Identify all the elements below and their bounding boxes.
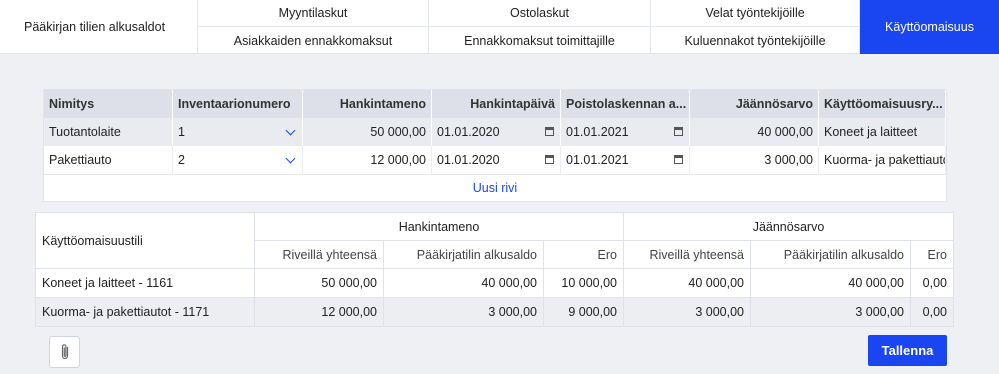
column-header-inventory-number[interactable]: Inventaarionumero [173, 90, 303, 118]
summary-cell: 40 000,00 [384, 269, 544, 298]
attachment-button[interactable] [49, 336, 80, 368]
tab-employee-advances[interactable]: Kuluennakot työntekijöille [651, 27, 859, 54]
column-header-asset-group[interactable]: Käyttöomaisuusry... [819, 90, 946, 118]
chevron-down-icon[interactable] [285, 125, 296, 136]
paperclip-icon [61, 344, 68, 360]
cell-value: 1 [178, 125, 185, 139]
summary-subheader-row-total: Riveillä yhteensä [255, 241, 384, 269]
summary-cell: 9 000,00 [544, 298, 624, 326]
cell-value: 2 [178, 153, 185, 167]
column-header-name[interactable]: Nimitys [44, 90, 173, 118]
summary-subheader-ledger-opening: Pääkirjatilin alkusaldo [751, 241, 911, 269]
grid-header-row: Nimitys Inventaarionumero Hankintameno H… [44, 90, 946, 118]
summary-cell: 50 000,00 [255, 269, 384, 298]
cell-inventory-number-select[interactable]: 1 [173, 118, 303, 146]
summary-cell: 3 000,00 [751, 298, 911, 326]
cell-value: 01.01.2020 [437, 153, 500, 167]
summary-cell: 0,00 [911, 269, 953, 298]
calendar-icon[interactable] [674, 155, 683, 164]
cell-asset-group[interactable]: Koneet ja laitteet [819, 118, 946, 146]
column-header-acquisition-date[interactable]: Hankintapäivä [432, 90, 561, 118]
summary-header-acquisition-group: Hankintameno [255, 213, 624, 241]
cell-value: 01.01.2021 [566, 153, 629, 167]
summary-cell-account: Koneet ja laitteet - 1161 [36, 269, 255, 298]
cell-value: 01.01.2021 [566, 125, 629, 139]
add-row-link[interactable]: Uusi rivi [44, 174, 946, 200]
summary-cell: 10 000,00 [544, 269, 624, 298]
top-nav: Pääkirjan tilien alkusaldot Myyntilaskut… [0, 0, 999, 54]
summary-cell: 40 000,00 [751, 269, 911, 298]
nav-column-employees: Velat työntekijöille Kuluennakot työntek… [651, 0, 860, 54]
calendar-icon[interactable] [674, 127, 683, 136]
summary-subheader-difference: Ero [544, 241, 624, 269]
tab-purchase-invoices[interactable]: Ostolaskut [429, 0, 650, 27]
summary-cell-account: Kuorma- ja pakettiautot - 1171 [36, 298, 255, 326]
summary-subheader-row-total: Riveillä yhteensä [624, 241, 751, 269]
cell-name[interactable]: Tuotantolaite [44, 118, 173, 146]
summary-header-residual-group: Jäännösarvo [624, 213, 953, 241]
fixed-assets-grid: Nimitys Inventaarionumero Hankintameno H… [43, 89, 947, 202]
table-row: Pakettiauto 2 12 000,00 01.01.2020 01.01… [44, 146, 946, 174]
column-header-acquisition-cost[interactable]: Hankintameno [303, 90, 432, 118]
cell-residual-value[interactable]: 3 000,00 [690, 146, 819, 174]
summary-header-account: Käyttöomaisuustili [36, 213, 255, 269]
chevron-down-icon[interactable] [285, 153, 296, 164]
tab-customer-prepayments[interactable]: Asiakkaiden ennakkomaksut [198, 27, 428, 54]
cell-asset-group[interactable]: Kuorma- ja pakettiauto [819, 146, 946, 174]
cell-residual-value[interactable]: 40 000,00 [690, 118, 819, 146]
cell-depreciation-start[interactable]: 01.01.2021 [561, 118, 690, 146]
summary-cell: 40 000,00 [624, 269, 751, 298]
tab-supplier-prepayments[interactable]: Ennakkomaksut toimittajille [429, 27, 650, 54]
cell-acquisition-cost[interactable]: 12 000,00 [303, 146, 432, 174]
summary-subheader-ledger-opening: Pääkirjatilin alkusaldo [384, 241, 544, 269]
calendar-icon[interactable] [545, 127, 554, 136]
summary-subheader-difference: Ero [911, 241, 953, 269]
cell-acquisition-date[interactable]: 01.01.2020 [432, 146, 561, 174]
tab-ledger-opening-balances[interactable]: Pääkirjan tilien alkusaldot [0, 0, 198, 54]
summary-cell: 12 000,00 [255, 298, 384, 326]
tab-employee-liabilities[interactable]: Velat työntekijöille [651, 0, 859, 27]
summary-cell: 3 000,00 [384, 298, 544, 326]
column-header-depreciation-start[interactable]: Poistolaskennan a... [561, 90, 690, 118]
column-header-residual-value[interactable]: Jäännösarvo [690, 90, 819, 118]
save-button[interactable]: Tallenna [868, 335, 947, 366]
calendar-icon[interactable] [545, 155, 554, 164]
table-row: Tuotantolaite 1 50 000,00 01.01.2020 01.… [44, 118, 946, 146]
nav-column-purchases: Ostolaskut Ennakkomaksut toimittajille [429, 0, 651, 54]
cell-acquisition-date[interactable]: 01.01.2020 [432, 118, 561, 146]
summary-cell: 3 000,00 [624, 298, 751, 326]
tab-label: Pääkirjan tilien alkusaldot [24, 20, 166, 34]
cell-name[interactable]: Pakettiauto [44, 146, 173, 174]
cell-inventory-number-select[interactable]: 2 [173, 146, 303, 174]
cell-depreciation-start[interactable]: 01.01.2021 [561, 146, 690, 174]
nav-column-sales: Myyntilaskut Asiakkaiden ennakkomaksut [198, 0, 429, 54]
summary-cell: 0,00 [911, 298, 953, 326]
cell-value: 01.01.2020 [437, 125, 500, 139]
tab-sales-invoices[interactable]: Myyntilaskut [198, 0, 428, 27]
tab-label: Käyttöomaisuus [885, 20, 974, 34]
summary-table: Käyttöomaisuustili Hankintameno Jäännösa… [35, 212, 954, 327]
tab-fixed-assets[interactable]: Käyttöomaisuus [860, 0, 999, 54]
cell-acquisition-cost[interactable]: 50 000,00 [303, 118, 432, 146]
